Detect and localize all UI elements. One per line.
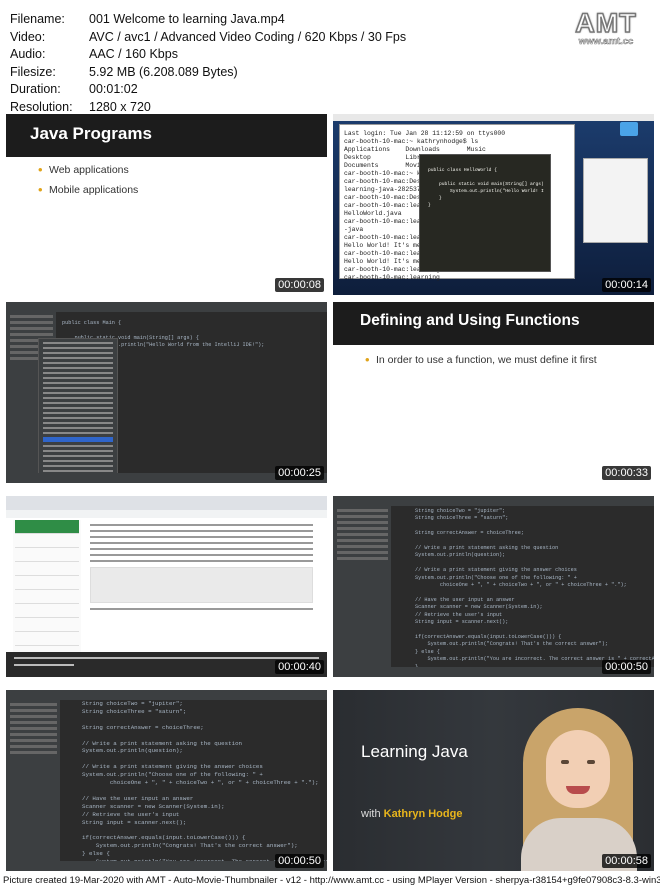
editor-code: String choiceTwo = "jupiter"; String cho…: [82, 700, 327, 871]
meta-row-filesize: Filesize: 5.92 MB (6.208.089 Bytes): [10, 64, 406, 82]
ide-toolbar: [6, 690, 327, 700]
thumbnail-1: Java Programs Web applications Mobile ap…: [6, 114, 327, 295]
meta-key: Filesize:: [10, 64, 56, 79]
browser-address-bar: [6, 510, 327, 518]
timestamp: 00:00:50: [602, 660, 651, 674]
slide-bullet: Web applications: [38, 162, 129, 177]
meta-value: 001 Welcome to learning Java.mp4: [89, 12, 285, 26]
author-name: Kathryn Hodge: [383, 808, 463, 820]
editor-window: public class HelloWorld { public static …: [419, 154, 551, 272]
browser-tabs: [6, 496, 327, 510]
meta-value: 5.92 MB (6.208.089 Bytes): [89, 64, 238, 79]
ide-toolbar: [6, 302, 327, 312]
thumbnail-8: Learning Java with Kathryn Hodge 00:00:5…: [333, 690, 654, 871]
meta-key: Duration:: [10, 82, 61, 96]
finder-window: [583, 158, 648, 243]
timestamp: 00:00:40: [275, 660, 324, 674]
timestamp: 00:00:08: [275, 278, 324, 292]
timestamp: 00:00:58: [602, 854, 651, 868]
footer-credit: Picture created 19-Mar-2020 with AMT - A…: [3, 875, 660, 886]
slide-body: [6, 157, 327, 295]
course-author: with Kathryn Hodge: [361, 808, 462, 820]
timestamp: 00:00:33: [602, 466, 651, 480]
slide-bullet: In order to use a function, we must defi…: [365, 352, 597, 367]
course-title: Learning Java: [361, 742, 468, 761]
ide-toolbar: [333, 496, 654, 506]
code-editor: String choiceTwo = "jupiter"; String cho…: [391, 506, 654, 670]
thumbnail-7: String choiceTwo = "jupiter"; String cho…: [6, 690, 327, 871]
thumbnail-6: String choiceTwo = "jupiter"; String cho…: [333, 496, 654, 677]
meta-value: 00:01:02: [89, 82, 138, 96]
menu-bar: [333, 114, 654, 121]
meta-key: Audio:: [10, 47, 46, 61]
meta-value: AVC / avc1 / Advanced Video Coding / 620…: [89, 29, 407, 44]
thumbnail-2: Last login: Tue Jan 28 11:12:59 on ttys0…: [333, 114, 654, 295]
meta-row-filename: Filename: 001 Welcome to learning Java.mp…: [10, 11, 406, 29]
presenter-eye: [561, 760, 569, 764]
timestamp: 00:00:50: [275, 854, 324, 868]
meta-value: AAC / 160 Kbps: [89, 47, 178, 61]
article-content: [84, 520, 319, 652]
meta-key: Filename:: [10, 12, 65, 26]
code-editor: String choiceTwo = "jupiter"; String cho…: [60, 700, 327, 871]
context-menu: [38, 338, 118, 477]
folder-icon: [620, 122, 638, 136]
article-sidebar: [13, 520, 81, 660]
meta-key: Video:: [10, 29, 46, 44]
meta-row-video: Video: AVC / avc1 / Advanced Video Coding…: [10, 29, 406, 47]
slide-title: Java Programs: [6, 114, 327, 157]
editor-code: public class HelloWorld { public static …: [428, 168, 544, 208]
slide-title: Defining and Using Functions: [333, 302, 654, 345]
slide-bullet: Mobile applications: [38, 182, 138, 197]
amt-logo: AMT www.amt.cc: [560, 7, 652, 48]
editor-code: String choiceTwo = "jupiter"; String cho…: [415, 508, 654, 670]
thumbnail-3: public class Main { public static void m…: [6, 302, 327, 483]
presenter-face: [546, 730, 610, 808]
thumbnail-4: Defining and Using Functions In order to…: [333, 302, 654, 483]
meta-row-audio: Audio: AAC / 160 Kbps: [10, 46, 406, 64]
file-metadata: Filename: 001 Welcome to learning Java.mp…: [10, 11, 406, 116]
logo-text: AMT: [575, 7, 637, 39]
meta-row-duration: Duration: 00:01:02: [10, 81, 406, 99]
project-tree: [333, 506, 391, 667]
author-prefix: with: [361, 808, 381, 820]
thumbnail-5: 00:00:40: [6, 496, 327, 677]
logo-url: www.amt.cc: [578, 36, 634, 48]
timestamp: 00:00:25: [275, 466, 324, 480]
project-tree: [6, 700, 60, 861]
timestamp: 00:00:14: [602, 278, 651, 292]
presenter-eye: [587, 760, 595, 764]
